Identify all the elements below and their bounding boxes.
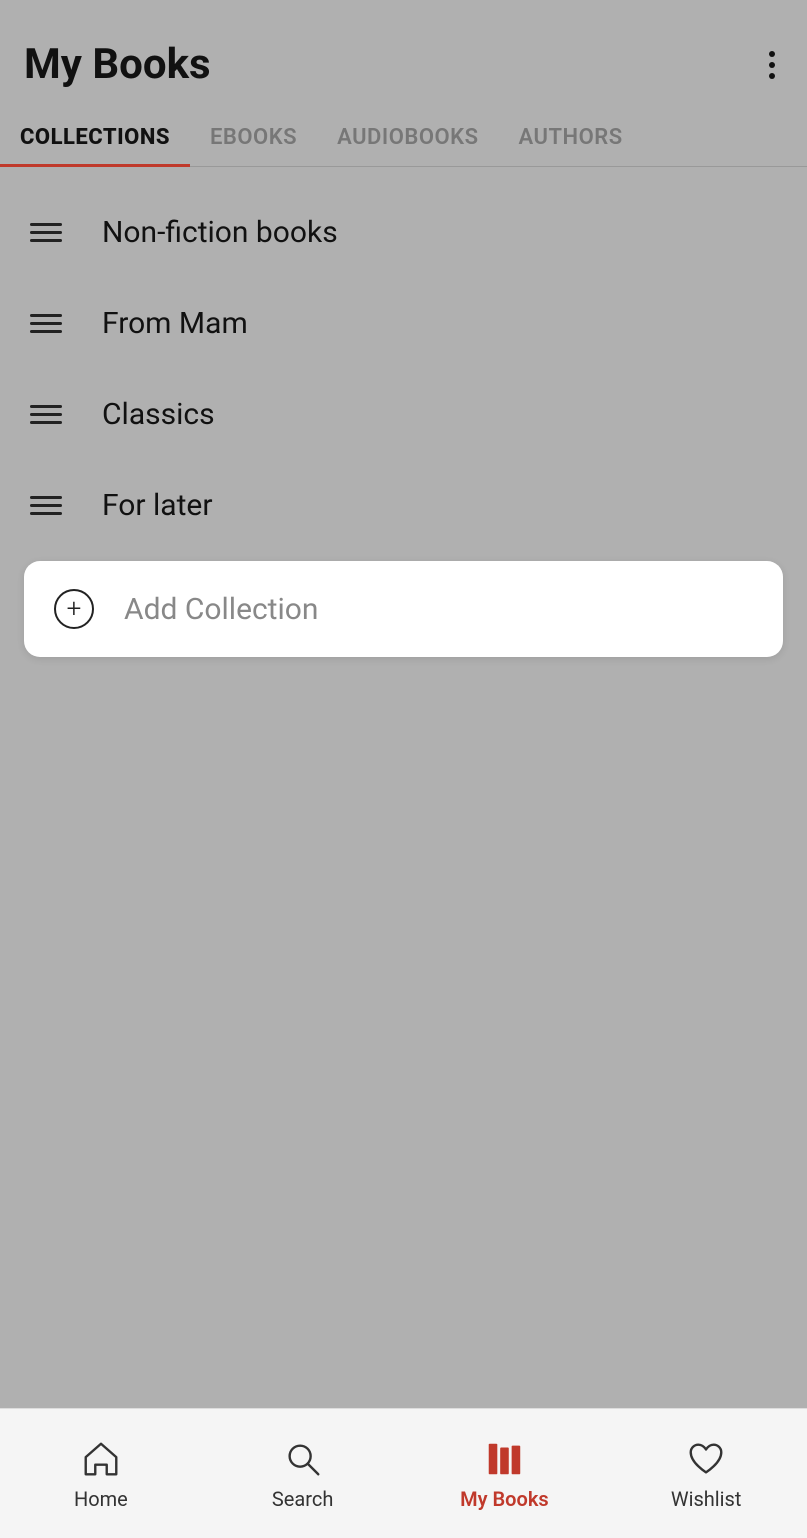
- page-title: My Books: [24, 40, 211, 89]
- search-icon: [281, 1437, 325, 1481]
- nav-label-search: Search: [272, 1487, 333, 1511]
- tab-ebooks[interactable]: EBOOKS: [190, 109, 317, 166]
- collection-name: Non-fiction books: [102, 215, 338, 250]
- more-options-button[interactable]: [761, 43, 783, 87]
- nav-label-wishlist: Wishlist: [671, 1487, 742, 1511]
- nav-item-mybooks[interactable]: My Books: [404, 1437, 606, 1511]
- collection-item[interactable]: For later: [0, 460, 807, 551]
- drag-handle-icon: [30, 405, 62, 424]
- tab-authors[interactable]: AUTHORS: [499, 109, 643, 166]
- collections-list: Non-fiction books From Mam Classics For …: [0, 167, 807, 697]
- dot2: [769, 62, 775, 68]
- collection-name: For later: [102, 488, 213, 523]
- nav-label-home: Home: [74, 1487, 128, 1511]
- tabs-container: COLLECTIONS EBOOKS AUDIOBOOKS AUTHORS: [0, 109, 807, 167]
- add-collection-label: Add Collection: [124, 592, 318, 627]
- dot1: [769, 51, 775, 57]
- bottom-navigation: Home Search My Books Wishlist: [0, 1408, 807, 1538]
- wishlist-icon: [684, 1437, 728, 1481]
- add-collection-button[interactable]: Add Collection: [24, 561, 783, 657]
- nav-item-home[interactable]: Home: [0, 1437, 202, 1511]
- collection-name: Classics: [102, 397, 215, 432]
- collection-item[interactable]: Non-fiction books: [0, 187, 807, 278]
- nav-label-mybooks: My Books: [460, 1487, 549, 1511]
- drag-handle-icon: [30, 496, 62, 515]
- drag-handle-icon: [30, 314, 62, 333]
- collection-name: From Mam: [102, 306, 248, 341]
- dot3: [769, 73, 775, 79]
- tab-collections[interactable]: COLLECTIONS: [0, 109, 190, 166]
- nav-item-search[interactable]: Search: [202, 1437, 404, 1511]
- collection-item[interactable]: Classics: [0, 369, 807, 460]
- add-circle-icon: [54, 589, 94, 629]
- collection-item[interactable]: From Mam: [0, 278, 807, 369]
- home-icon: [79, 1437, 123, 1481]
- nav-item-wishlist[interactable]: Wishlist: [605, 1437, 807, 1511]
- mybooks-icon: [482, 1437, 526, 1481]
- drag-handle-icon: [30, 223, 62, 242]
- tab-audiobooks[interactable]: AUDIOBOOKS: [317, 109, 498, 166]
- header: My Books: [0, 0, 807, 109]
